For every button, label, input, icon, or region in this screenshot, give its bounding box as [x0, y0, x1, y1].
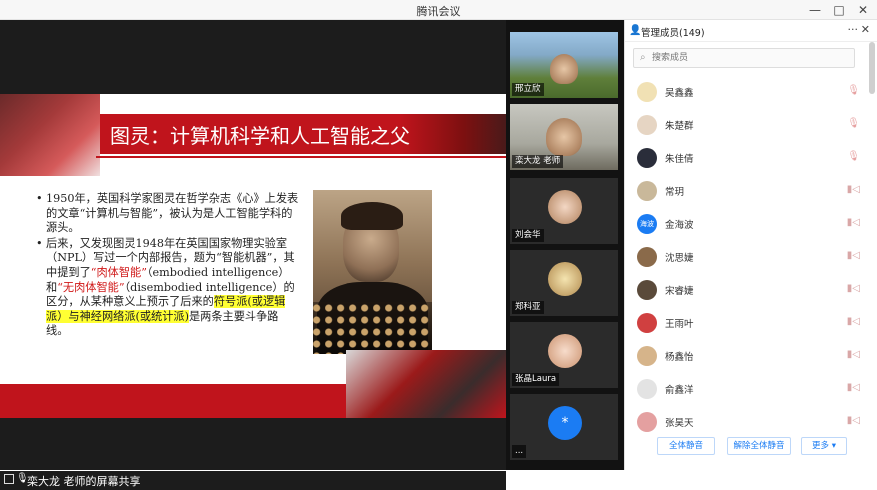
camera-off-icon[interactable]: ▮◁ — [847, 382, 860, 393]
avatar — [637, 148, 657, 168]
avatar — [637, 379, 657, 399]
avatar: 海波 — [637, 214, 657, 234]
avatar — [548, 190, 582, 224]
avatar: * — [548, 406, 582, 440]
member-row[interactable]: 朱佳倩 🎙 — [625, 142, 870, 174]
video-tile[interactable]: 张晶Laura — [510, 322, 618, 388]
tile-name: 郑科亚 — [512, 301, 544, 314]
member-name: 朱佳倩 — [665, 154, 694, 165]
video-strip[interactable]: 邢立欣 栾大龙 老师 刘会华 郑科亚 张晶Laura * ... — [506, 20, 624, 470]
mic-muted-icon[interactable]: 🎙 — [847, 85, 860, 96]
member-name: 金海波 — [665, 220, 694, 231]
avatar — [637, 247, 657, 267]
panel-actions: 全体静音 解除全体静音 更多 ▾ — [625, 433, 877, 461]
member-name: 常玥 — [665, 187, 685, 198]
member-row[interactable]: 俞鑫洋 ▮◁ — [625, 373, 870, 405]
unmute-all-button[interactable]: 解除全体静音 — [727, 437, 791, 455]
screen-share-label-bar: 🎙 栾大龙 老师的屏幕共享 — [0, 471, 506, 490]
slide-bullet-2: 后来，又发现图灵1948年在英国国家物理实验室（NPL）写过一个内部报告，题为“… — [36, 237, 300, 339]
member-name: 沈思婕 — [665, 253, 694, 264]
slide-banner-image-left — [0, 94, 100, 176]
mic-muted-icon[interactable]: 🎙 — [847, 151, 860, 162]
banner-divider — [96, 156, 506, 158]
camera-off-icon[interactable]: ▮◁ — [847, 349, 860, 360]
tile-name: 邢立欣 — [512, 83, 544, 96]
member-search[interactable]: ⌕ — [633, 48, 855, 68]
member-name: 杨鑫怡 — [665, 352, 694, 363]
maximize-button[interactable]: □ — [831, 2, 847, 18]
embodied-intelligence-term: “肉体智能” — [90, 265, 147, 279]
disembodied-intelligence-term: “无肉体智能” — [57, 280, 125, 294]
video-tile[interactable]: 邢立欣 — [510, 32, 618, 98]
slide-footer-image — [346, 350, 506, 418]
presentation-slide: 图灵：计算机科学和人工智能之父 1950年，英国科学家图灵在哲学杂志《心》上发表… — [0, 94, 506, 418]
member-name: 张昊天 — [665, 418, 694, 429]
member-row[interactable]: 海波 金海波 ▮◁ — [625, 208, 870, 240]
mic-muted-icon[interactable]: 🎙 — [847, 118, 860, 129]
avatar — [637, 181, 657, 201]
member-row[interactable]: 沈思婕 ▮◁ — [625, 241, 870, 273]
member-row[interactable]: 常玥 ▮◁ — [625, 175, 870, 207]
avatar — [637, 412, 657, 432]
members-icon: 👤 — [629, 25, 642, 36]
avatar — [637, 115, 657, 135]
search-icon: ⌕ — [640, 52, 646, 63]
members-title: 管理成员(149) — [641, 28, 705, 39]
participant-video — [550, 54, 578, 84]
portrait-hair — [341, 202, 403, 230]
camera-off-icon[interactable]: ▮◁ — [847, 217, 860, 228]
portrait-circuit-board — [313, 302, 432, 354]
camera-off-icon[interactable]: ▮◁ — [847, 250, 860, 261]
member-name: 吴鑫鑫 — [665, 88, 694, 99]
slide-banner-image-right — [400, 114, 506, 154]
turing-portrait — [313, 190, 432, 354]
tile-name: 栾大龙 老师 — [512, 155, 564, 168]
avatar — [548, 262, 582, 296]
avatar — [637, 82, 657, 102]
slide-body-text: 1950年，英国科学家图灵在哲学杂志《心》上发表的文章“计算机与智能”，被认为是… — [36, 192, 300, 340]
slide-title: 图灵：计算机科学和人工智能之父 — [110, 124, 410, 148]
member-name: 王雨叶 — [665, 319, 694, 330]
participant-video — [546, 118, 582, 156]
more-button[interactable]: 更多 ▾ — [801, 437, 847, 455]
window-title: 腾讯会议 — [416, 5, 461, 18]
video-tile[interactable]: 栾大龙 老师 — [510, 104, 618, 170]
members-panel: 👤 管理成员(149) ··· ✕ ⌕ 吴鑫鑫 🎙 朱楚群 🎙 朱佳倩 🎙 常玥… — [624, 20, 877, 470]
member-name: 宋睿婕 — [665, 286, 694, 297]
slide-bullet-1: 1950年，英国科学家图灵在哲学杂志《心》上发表的文章“计算机与智能”，被认为是… — [36, 192, 300, 236]
tile-name: 张晶Laura — [512, 373, 560, 386]
member-row[interactable]: 宋睿婕 ▮◁ — [625, 274, 870, 306]
camera-off-icon[interactable]: ▮◁ — [847, 316, 860, 327]
camera-off-icon[interactable]: ▮◁ — [847, 184, 860, 195]
panel-more-icon[interactable]: ··· — [848, 23, 859, 36]
avatar — [637, 280, 657, 300]
video-tile[interactable]: 刘会华 — [510, 178, 618, 244]
tile-name: 刘会华 — [512, 229, 544, 242]
screen-share-owner: 栾大龙 老师的屏幕共享 — [27, 475, 141, 488]
minimize-button[interactable]: — — [807, 2, 823, 18]
close-button[interactable]: ✕ — [855, 2, 871, 18]
member-row[interactable]: 朱楚群 🎙 — [625, 109, 870, 141]
panel-close-icon[interactable]: ✕ — [861, 23, 870, 36]
camera-off-icon[interactable]: ▮◁ — [847, 415, 860, 426]
member-row[interactable]: 杨鑫怡 ▮◁ — [625, 340, 870, 372]
screen-share-icon — [4, 474, 14, 484]
title-bar: 腾讯会议 — □ ✕ — [0, 0, 877, 20]
avatar — [548, 334, 582, 368]
member-row[interactable]: 吴鑫鑫 🎙 — [625, 76, 870, 108]
member-search-input[interactable] — [652, 51, 842, 65]
tile-name: ... — [512, 445, 527, 458]
avatar — [637, 313, 657, 333]
member-name: 朱楚群 — [665, 121, 694, 132]
members-panel-header: 👤 管理成员(149) ··· ✕ — [625, 20, 877, 42]
mute-all-button[interactable]: 全体静音 — [657, 437, 715, 455]
video-tile[interactable]: * ... — [510, 394, 618, 460]
member-row[interactable]: 王雨叶 ▮◁ — [625, 307, 870, 339]
avatar — [637, 346, 657, 366]
window-controls: — □ ✕ — [807, 2, 871, 18]
camera-off-icon[interactable]: ▮◁ — [847, 283, 860, 294]
member-name: 俞鑫洋 — [665, 385, 694, 396]
video-tile[interactable]: 郑科亚 — [510, 250, 618, 316]
shared-screen-area[interactable]: 图灵：计算机科学和人工智能之父 1950年，英国科学家图灵在哲学杂志《心》上发表… — [0, 20, 506, 490]
